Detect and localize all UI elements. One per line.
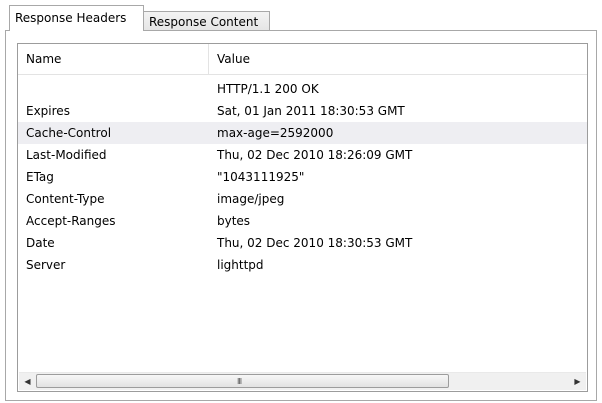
horizontal-scrollbar[interactable]: ◀ III ▶ — [19, 372, 586, 390]
header-value: HTTP/1.1 200 OK — [217, 82, 319, 96]
scroll-left-arrow-icon[interactable]: ◀ — [19, 373, 36, 390]
tab-panel: Name Value HTTP/1.1 200 OK Expires Sat, … — [5, 30, 597, 401]
header-value: bytes — [217, 214, 251, 228]
column-header-name[interactable]: Name — [26, 44, 61, 74]
tab-bar: Response Headers Response Content — [5, 5, 597, 32]
list-header: Name Value — [18, 44, 587, 75]
header-value: lighttpd — [217, 258, 264, 272]
header-name: Server — [26, 258, 66, 272]
table-row[interactable]: Last-Modified Thu, 02 Dec 2010 18:26:09 … — [18, 144, 587, 166]
column-header-value[interactable]: Value — [217, 44, 250, 74]
table-row[interactable]: Date Thu, 02 Dec 2010 18:30:53 GMT — [18, 232, 587, 254]
header-value: Thu, 02 Dec 2010 18:30:53 GMT — [217, 236, 413, 250]
header-name: Cache-Control — [26, 126, 112, 140]
table-row[interactable]: ETag "1043111925" — [18, 166, 587, 188]
table-row-selected[interactable]: Cache-Control max-age=2592000 — [18, 122, 587, 144]
header-name: Date — [26, 236, 55, 250]
header-rows: HTTP/1.1 200 OK Expires Sat, 01 Jan 2011… — [18, 78, 587, 276]
header-name: Accept-Ranges — [26, 214, 116, 228]
header-value: image/jpeg — [217, 192, 285, 206]
header-value: max-age=2592000 — [217, 126, 334, 140]
header-value: Sat, 01 Jan 2011 18:30:53 GMT — [217, 104, 405, 118]
table-row[interactable]: Expires Sat, 01 Jan 2011 18:30:53 GMT — [18, 100, 587, 122]
scrollbar-grip-icon: III — [237, 377, 242, 386]
scroll-right-arrow-icon[interactable]: ▶ — [569, 373, 586, 390]
tab-response-headers[interactable]: Response Headers — [9, 5, 144, 31]
headers-viewer: Response Headers Response Content Name V… — [0, 0, 602, 403]
header-name: Last-Modified — [26, 148, 107, 162]
tab-response-content[interactable]: Response Content — [144, 11, 270, 32]
table-row[interactable]: Content-Type image/jpeg — [18, 188, 587, 210]
table-row[interactable]: HTTP/1.1 200 OK — [18, 78, 587, 100]
column-divider[interactable] — [208, 44, 209, 74]
header-name: ETag — [26, 170, 54, 184]
scrollbar-thumb[interactable]: III — [36, 374, 449, 388]
table-row[interactable]: Accept-Ranges bytes — [18, 210, 587, 232]
header-value: "1043111925" — [217, 170, 305, 184]
table-row[interactable]: Server lighttpd — [18, 254, 587, 276]
headers-list[interactable]: Name Value HTTP/1.1 200 OK Expires Sat, … — [17, 43, 588, 392]
header-name: Expires — [26, 104, 70, 118]
header-name: Content-Type — [26, 192, 105, 206]
header-value: Thu, 02 Dec 2010 18:26:09 GMT — [217, 148, 413, 162]
